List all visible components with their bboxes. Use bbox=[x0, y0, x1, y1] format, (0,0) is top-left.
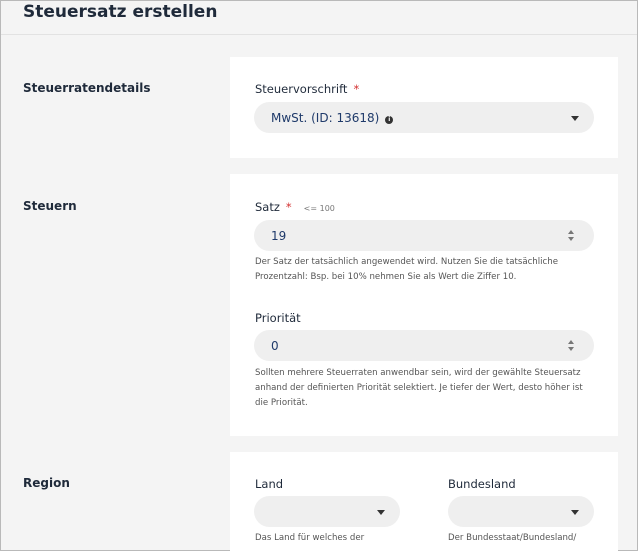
priority-stepper-icon[interactable] bbox=[568, 340, 576, 351]
section-title-region: Region bbox=[23, 476, 70, 490]
section-title-taxes: Steuern bbox=[23, 199, 77, 213]
section-title-details: Steuerratendetails bbox=[23, 81, 151, 95]
required-marker: * bbox=[285, 200, 292, 214]
tax-regulation-select[interactable]: MwSt. (ID: 13618) i bbox=[254, 102, 594, 133]
country-help-text: Das Land für welches der bbox=[255, 533, 365, 543]
region-card: Land Das Land für welches der Bundesland… bbox=[230, 452, 618, 551]
rate-stepper-icon[interactable] bbox=[568, 230, 576, 241]
priority-label: Priorität bbox=[255, 311, 301, 325]
tax-regulation-label-text: Steuervorschrift bbox=[255, 82, 348, 96]
header-divider bbox=[1, 34, 637, 35]
rate-help-text: Der Satz der tatsächlich angewendet wird… bbox=[255, 257, 558, 282]
info-icon[interactable]: i bbox=[385, 116, 394, 124]
chevron-down-icon bbox=[571, 510, 579, 515]
state-label: Bundesland bbox=[448, 477, 516, 491]
tax-regulation-value-text: MwSt. (ID: 13618) bbox=[271, 111, 380, 125]
required-marker: * bbox=[353, 82, 360, 96]
taxes-card: Satz * <= 100 19 Der Satz der tatsächlich … bbox=[230, 174, 618, 436]
chevron-down-icon bbox=[571, 116, 579, 121]
priority-value: 0 bbox=[271, 339, 279, 353]
rate-input[interactable]: 19 bbox=[254, 220, 594, 251]
country-label: Land bbox=[255, 477, 284, 491]
tax-regulation-value: MwSt. (ID: 13618) i bbox=[271, 111, 394, 125]
details-card: Steuervorschrift * MwSt. (ID: 13618) i bbox=[230, 57, 618, 158]
state-select[interactable] bbox=[448, 496, 594, 527]
rate-constraint-hint: <= 100 bbox=[303, 204, 335, 213]
rate-value: 19 bbox=[271, 229, 287, 243]
priority-input[interactable]: 0 bbox=[254, 330, 594, 361]
tax-regulation-label: Steuervorschrift * bbox=[255, 82, 359, 96]
state-help-text: Der Bundesstaat/Bundesland/ bbox=[448, 533, 577, 543]
country-select[interactable] bbox=[254, 496, 400, 527]
page-title: Steuersatz erstellen bbox=[23, 2, 218, 22]
rate-label: Satz * <= 100 bbox=[255, 200, 335, 214]
priority-help-text: Sollten mehrere Steuerraten anwendbar se… bbox=[255, 368, 583, 408]
rate-label-text: Satz bbox=[255, 200, 280, 214]
chevron-down-icon bbox=[377, 510, 385, 515]
